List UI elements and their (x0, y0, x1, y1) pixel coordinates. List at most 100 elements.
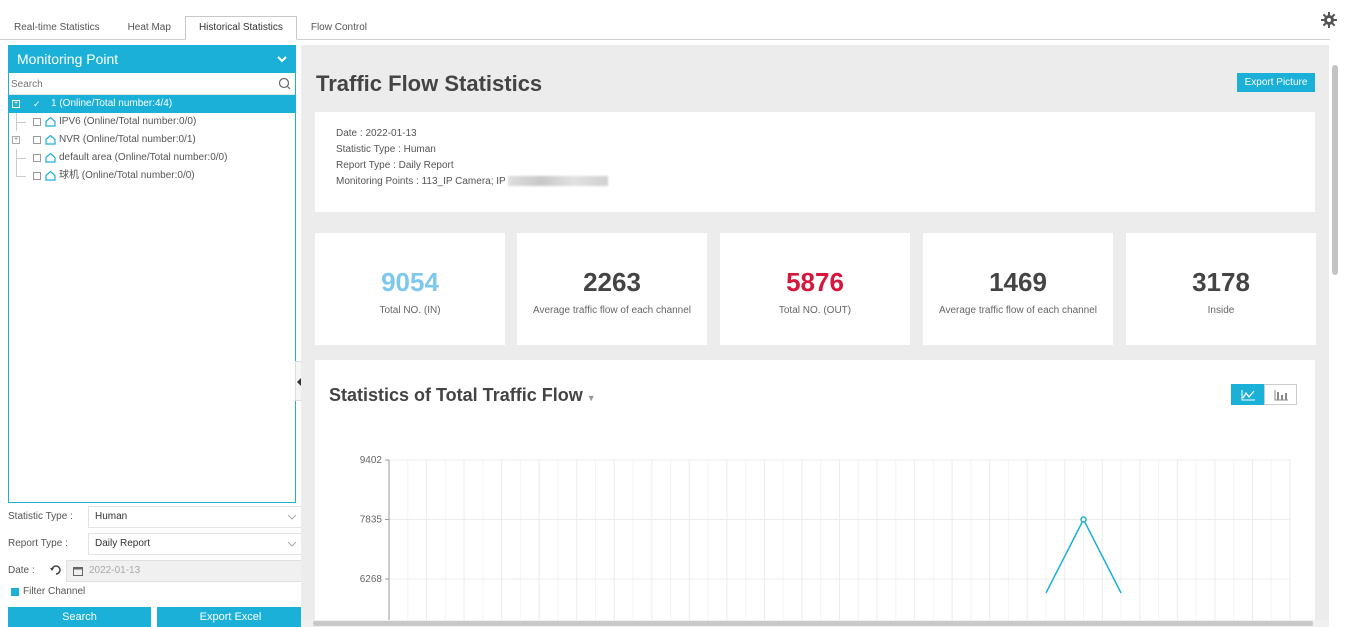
traffic-flow-line-chart: 9402 7835 6268 (360, 455, 1291, 620)
filter-channel-checkbox[interactable] (11, 588, 19, 596)
traffic-flow-chart-card: Statistics of Total Traffic Flow ▼ 9402 78… (315, 360, 1315, 620)
tree-item-ipv6[interactable]: IPV6 (Online/Total number:0/0) (9, 113, 295, 131)
tree-item-label: default area (Online/Total number:0/0) (59, 152, 228, 163)
refresh-icon[interactable] (50, 564, 62, 576)
statistic-type-label: Statistic Type : (8, 511, 73, 522)
stat-value: 3178 (1192, 267, 1250, 297)
statistic-type-row: Statistic Type : Human (8, 504, 304, 530)
chart-title: Statistics of Total Traffic Flow (329, 385, 583, 405)
checkbox[interactable] (33, 172, 41, 180)
report-type-row: Report Type : Daily Report (8, 531, 304, 557)
main-content: Traffic Flow Statistics Export Picture D… (301, 45, 1329, 620)
scrollbar-thumb[interactable] (313, 621, 1313, 626)
date-label: Date : (8, 565, 35, 576)
tree-item-nvr[interactable]: + NVR (Online/Total number:0/1) (9, 131, 295, 149)
page-title: Traffic Flow Statistics (316, 71, 543, 96)
stat-card-average-out: 1469 Average traffic flow of each channe… (923, 233, 1113, 345)
bar-chart-button[interactable] (1264, 384, 1297, 405)
stat-label: Average traffic flow of each channel (938, 305, 1098, 316)
tab-heat-map[interactable]: Heat Map (114, 16, 185, 40)
date-field[interactable]: 2022-01-13 (66, 560, 304, 582)
monitoring-point-header[interactable]: Monitoring Point (8, 45, 296, 73)
monitoring-point-title: Monitoring Point (17, 51, 119, 67)
vertical-scrollbar[interactable] (1330, 40, 1342, 627)
info-statistic-type: Statistic Type : Human (336, 144, 436, 155)
export-picture-button[interactable]: Export Picture (1237, 73, 1315, 92)
line-chart-icon (1241, 390, 1255, 401)
checkbox[interactable] (33, 136, 41, 144)
caret-down-icon[interactable]: ▼ (587, 393, 596, 403)
top-bar: Real-time Statistics Heat Map Historical… (0, 0, 1347, 40)
tab-historical-statistics[interactable]: Historical Statistics (184, 16, 297, 40)
sidebar-actions: Search Export Excel (8, 607, 304, 627)
report-info-card: Date : 2022-01-13 Statistic Type : Human… (315, 112, 1315, 212)
stat-card-average-in: 2263 Average traffic flow of each channe… (517, 233, 707, 345)
y-axis-tick-label: 9402 (360, 455, 383, 466)
stat-label: Average traffic flow of each channel (532, 305, 692, 316)
search-input[interactable] (9, 73, 295, 95)
tab-bar: Real-time Statistics Heat Map Historical… (0, 16, 1330, 40)
filter-channel-row: Filter Channel (8, 584, 296, 600)
expand-icon[interactable]: + (12, 100, 20, 108)
statistic-type-select[interactable]: Human (88, 506, 304, 528)
stat-value: 1469 (989, 267, 1047, 297)
info-report-type: Report Type : Daily Report (336, 160, 454, 171)
stat-card-total-in: 9054 Total NO. (IN) (315, 233, 505, 345)
report-type-select[interactable]: Daily Report (88, 533, 304, 555)
checkbox[interactable] (33, 118, 41, 126)
tree-search (9, 73, 295, 95)
bar-chart-icon (1274, 390, 1288, 401)
home-icon (45, 152, 56, 163)
tree-item-1[interactable]: + ✓ 1 (Online/Total number:4/4) (9, 95, 295, 113)
stat-label: Inside (1207, 305, 1235, 316)
scrollbar-thumb[interactable] (1332, 65, 1338, 275)
tree-line (16, 176, 26, 177)
gear-icon[interactable] (1321, 12, 1337, 28)
filter-channel-label: Filter Channel (23, 586, 86, 597)
tree-item-label: 1 (Online/Total number:4/4) (51, 98, 173, 109)
report-type-value: Daily Report (95, 538, 151, 549)
tab-flow-control[interactable]: Flow Control (297, 16, 381, 40)
monitoring-point-tree: + ✓ 1 (Online/Total number:4/4) IPV6 (On… (8, 73, 296, 503)
redacted-ip (507, 176, 608, 187)
stat-label: Total NO. (OUT) (778, 305, 852, 316)
search-button[interactable]: Search (8, 607, 151, 627)
info-monitoring-points: Monitoring Points : 113_IP Camera; IP (336, 176, 506, 187)
home-icon (45, 116, 56, 127)
date-row: Date : 2022-01-13 (8, 558, 304, 584)
tree-item-label: 球机 (Online/Total number:0/0) (59, 170, 195, 181)
line-chart-button[interactable] (1231, 384, 1264, 405)
checkbox[interactable] (33, 154, 41, 162)
data-point (1080, 516, 1087, 523)
y-axis-tick-label: 6268 (360, 574, 383, 585)
info-date: Date : 2022-01-13 (336, 128, 417, 139)
export-excel-button[interactable]: Export Excel (157, 607, 304, 627)
chart-view-toggle (1231, 384, 1297, 405)
tree-item-label: IPV6 (Online/Total number:0/0) (59, 116, 197, 127)
tree-item-default-area[interactable]: default area (Online/Total number:0/0) (9, 149, 295, 167)
tree-item-label: NVR (Online/Total number:0/1) (59, 134, 196, 145)
stat-label: Total NO. (IN) (379, 305, 441, 316)
report-type-label: Report Type : (8, 538, 68, 549)
statistic-type-value: Human (95, 511, 128, 522)
stat-value: 9054 (381, 267, 439, 297)
calendar-icon (73, 567, 83, 576)
chevron-down-icon (287, 514, 297, 520)
tab-real-time-statistics[interactable]: Real-time Statistics (0, 16, 114, 40)
date-value: 2022-01-13 (89, 565, 141, 576)
stat-card-total-out: 5876 Total NO. (OUT) (720, 233, 910, 345)
tree-item-dome[interactable]: 球机 (Online/Total number:0/0) (9, 167, 295, 185)
chart-title-row[interactable]: Statistics of Total Traffic Flow ▼ (329, 385, 596, 406)
stat-value: 2263 (583, 267, 641, 297)
expand-icon[interactable]: + (12, 136, 20, 144)
sidebar: Monitoring Point + ✓ 1 (Online/Total num… (8, 45, 304, 627)
chevron-down-icon (287, 541, 297, 547)
chevron-down-icon[interactable] (276, 53, 288, 65)
home-icon (45, 170, 56, 181)
tree-line (16, 167, 17, 176)
tree-line (16, 158, 26, 159)
search-icon[interactable] (278, 77, 291, 90)
horizontal-scrollbar[interactable] (301, 620, 1329, 627)
tree-line (16, 122, 26, 123)
checkbox-checked-icon[interactable]: ✓ (33, 100, 41, 109)
